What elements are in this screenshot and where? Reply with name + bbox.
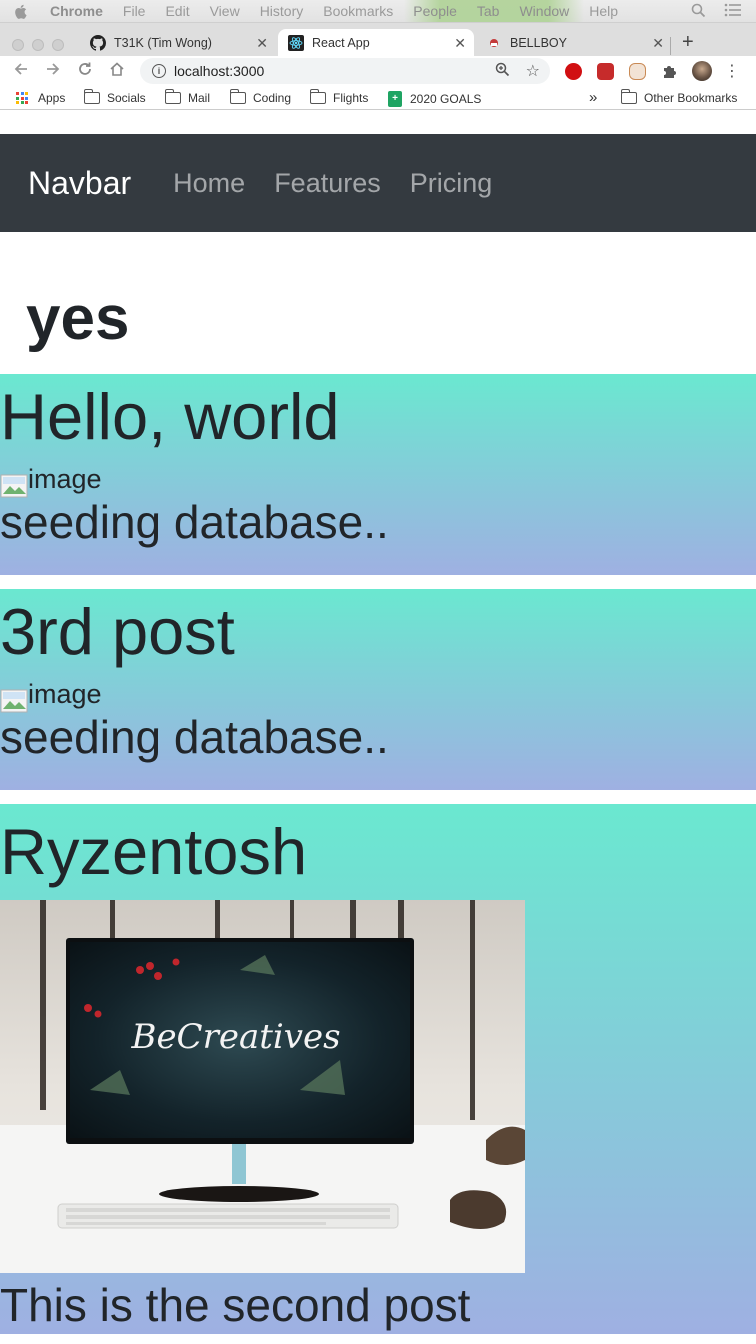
screen-script-text: BeCreatives (130, 1017, 340, 1057)
post-title: Ryzentosh (0, 815, 308, 888)
broken-image-icon (0, 687, 28, 713)
bookmark-label: Coding (253, 91, 292, 105)
extensions-puzzle-icon[interactable] (661, 63, 678, 80)
spotlight-search-icon[interactable] (691, 3, 706, 21)
folder-icon (83, 89, 100, 104)
new-tab-icon[interactable]: + (682, 31, 694, 54)
macos-menu-bar: Chrome File Edit View History Bookmarks … (0, 0, 756, 22)
minimize-window-button[interactable] (32, 39, 44, 51)
apple-icon[interactable] (14, 4, 28, 19)
bookmark-label: Mail (188, 91, 211, 105)
tab-react-app[interactable]: React App ✕ (278, 29, 474, 57)
tab-title: T31K (Tim Wong) (114, 36, 212, 50)
adblock-extension-icon[interactable] (565, 63, 582, 80)
site-navbar: Navbar Home Features Pricing (0, 134, 756, 232)
more-menu-icon[interactable]: ⋮ (724, 61, 740, 81)
browser-tab-strip: T31K (Tim Wong) ✕ React App ✕ BELLBOY ✕ … (0, 22, 756, 57)
menu-chrome[interactable]: Chrome (50, 3, 103, 19)
browser-toolbar: i localhost:3000 ☆ ⋮ (0, 56, 756, 86)
extension-red-icon[interactable] (597, 63, 614, 80)
post-title: Hello, world (0, 380, 340, 453)
bookmark-folder-mail[interactable]: Mail (164, 89, 211, 105)
menu-view[interactable]: View (210, 3, 240, 19)
menu-edit[interactable]: Edit (165, 3, 189, 19)
menu-window[interactable]: Window (519, 3, 569, 19)
menu-help[interactable]: Help (589, 3, 618, 19)
close-tab-icon[interactable]: ✕ (652, 35, 664, 52)
post-title: 3rd post (0, 595, 235, 668)
tab-title: React App (312, 36, 370, 50)
post-body: seeding database.. (0, 711, 389, 763)
post-card: Hello, world image seeding database.. (0, 374, 756, 575)
bookmark-folder-flights[interactable]: Flights (309, 89, 369, 105)
tab-github[interactable]: T31K (Tim Wong) ✕ (80, 29, 276, 57)
close-window-button[interactable] (12, 39, 24, 51)
image-alt-text: image (28, 679, 102, 709)
google-sheets-icon: + (388, 91, 402, 107)
bookmark-label: Other Bookmarks (644, 91, 738, 105)
menu-people[interactable]: People (413, 3, 457, 19)
bookmark-label: Flights (333, 91, 369, 105)
address-url: localhost:3000 (174, 63, 265, 79)
web-page: Navbar Home Features Pricing yes Hello, … (0, 134, 756, 1344)
bookmark-apps[interactable]: Apps (16, 91, 65, 105)
folder-icon (309, 89, 326, 104)
bookmarks-overflow-button[interactable]: » (589, 89, 597, 106)
zoom-icon[interactable] (495, 62, 510, 80)
apps-grid-icon (16, 92, 28, 104)
post-image-broken: image (0, 675, 756, 713)
bookmark-folder-coding[interactable]: Coding (229, 89, 292, 105)
home-icon[interactable] (106, 61, 128, 82)
reload-icon[interactable] (74, 61, 96, 82)
post-body: This is the second post (0, 1279, 471, 1331)
post-card: 3rd post image seeding database.. (0, 589, 756, 790)
folder-icon (164, 89, 181, 104)
profile-avatar[interactable] (692, 61, 712, 81)
menu-history[interactable]: History (260, 3, 304, 19)
control-center-icon[interactable] (724, 3, 742, 21)
bookmark-label: Apps (38, 91, 66, 105)
post-body: seeding database.. (0, 496, 389, 548)
post-image-desktop-photo: BeCreatives (0, 900, 525, 1273)
menu-tab[interactable]: Tab (477, 3, 500, 19)
window-controls (12, 39, 64, 51)
tab-title: BELLBOY (510, 36, 567, 50)
nav-link-pricing[interactable]: Pricing (410, 168, 493, 199)
zoom-window-button[interactable] (52, 39, 64, 51)
site-info-icon[interactable]: i (152, 64, 166, 78)
github-icon (90, 35, 106, 51)
menu-bookmarks[interactable]: Bookmarks (323, 3, 393, 19)
folder-icon (229, 89, 246, 104)
bookmark-folder-socials[interactable]: Socials (83, 89, 146, 105)
bookmark-label: Socials (107, 91, 146, 105)
bookmark-star-icon[interactable]: ☆ (526, 61, 540, 81)
bookmark-folder-other[interactable]: Other Bookmarks (620, 89, 738, 105)
close-tab-icon[interactable]: ✕ (454, 35, 466, 52)
post-card: Ryzentosh BeCreatives This is the second… (0, 804, 756, 1334)
bookmark-2020-goals[interactable]: + 2020 GOALS (388, 91, 481, 107)
back-icon[interactable] (10, 61, 32, 82)
tab-separator (670, 37, 671, 55)
tab-bellboy[interactable]: BELLBOY ✕ (476, 29, 672, 57)
folder-icon (620, 89, 637, 104)
post-image-broken: image (0, 460, 756, 498)
close-tab-icon[interactable]: ✕ (256, 35, 268, 52)
bellboy-icon (486, 35, 502, 51)
page-heading: yes (26, 284, 130, 353)
bookmark-label: 2020 GOALS (410, 92, 482, 106)
image-alt-text: image (28, 464, 102, 494)
forward-icon[interactable] (42, 61, 64, 82)
react-icon (288, 35, 304, 51)
broken-image-icon (0, 472, 28, 498)
navbar-brand[interactable]: Navbar (28, 165, 131, 202)
nav-link-features[interactable]: Features (274, 168, 381, 199)
bookmarks-bar: Apps Socials Mail Coding Flights + 2020 … (0, 86, 756, 110)
address-bar[interactable]: i localhost:3000 ☆ (140, 58, 550, 84)
menu-file[interactable]: File (123, 3, 146, 19)
nav-link-home[interactable]: Home (173, 168, 245, 199)
extension-orange-icon[interactable] (629, 63, 646, 80)
